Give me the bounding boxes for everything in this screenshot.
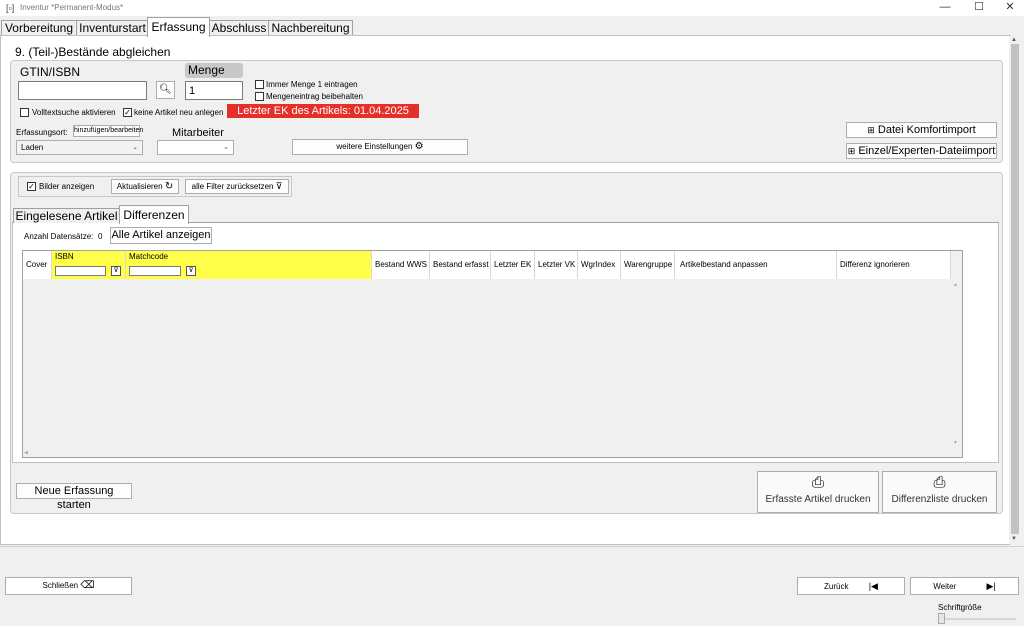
bilder-label: Bilder anzeigen <box>39 182 95 191</box>
hinzufuegen-button[interactable]: hinzufügen/bearbeiten <box>73 125 143 137</box>
tab-vorbereitung[interactable]: Vorbereitung <box>1 20 77 36</box>
close-window-button[interactable]: ✕ <box>996 0 1024 16</box>
neue-erfassung-button[interactable]: Neue Erfassung starten <box>16 483 132 511</box>
last-ek-notice: Letzter EK des Artikels: 01.04.2025 <box>227 104 419 118</box>
mitarbeiter-select[interactable]: ⌄ <box>157 140 234 155</box>
menge-input[interactable] <box>185 81 243 100</box>
import-icon: ⊞ <box>867 125 875 135</box>
tab-inventurstart[interactable]: Inventurstart <box>76 20 149 36</box>
filter-clear-icon: ⊽ <box>275 181 283 191</box>
record-count: 0 <box>98 232 103 241</box>
tab-erfassung[interactable]: Erfassung <box>147 17 210 37</box>
tab-eingelesene-artikel[interactable]: Eingelesene Artikel <box>13 208 120 223</box>
erfasste-drucken-button[interactable]: ⎙ Erfasste Artikel drucken <box>757 471 879 513</box>
first-page-icon: |◀ <box>868 581 878 591</box>
tab-differenzen[interactable]: Differenzen <box>119 205 189 224</box>
isbn-filter-input[interactable] <box>55 266 106 276</box>
scroll-up-icon[interactable]: ▲ <box>953 282 958 288</box>
differenzliste-drucken-label: Differenzliste drucken <box>891 494 988 505</box>
differenzen-table[interactable] <box>22 250 963 458</box>
column-header-differenz-ignorieren[interactable]: Differenz ignorieren <box>837 251 951 279</box>
column-header-warengruppe[interactable]: Warengruppe <box>621 251 675 279</box>
printer-icon: ⎙ <box>811 474 824 491</box>
weitere-einstellungen-button[interactable]: weitere Einstellungen ⚙ <box>292 139 468 155</box>
erfasste-drucken-label: Erfasste Artikel drucken <box>765 494 871 505</box>
column-header-wgrindex[interactable]: WgrIndex <box>578 251 621 279</box>
column-header-bestand-wws[interactable]: Bestand WWS <box>372 251 430 279</box>
keine-artikel-label: keine Artikel neu anlegen <box>134 108 224 117</box>
immer-menge-label: Immer Menge 1 eintragen <box>266 80 358 89</box>
weiter-button[interactable]: Weiter ▶| <box>910 577 1019 595</box>
column-header-cover[interactable]: Cover <box>23 251 52 279</box>
column-header-letzter-ek[interactable]: Letzter EK <box>491 251 535 279</box>
refresh-icon: ↻ <box>164 181 174 192</box>
title-bar <box>0 0 1024 16</box>
filter-icon[interactable]: ⊽ <box>111 266 121 276</box>
mengeneintrag-checkbox[interactable] <box>255 92 264 101</box>
zurueck-button[interactable]: Zurück |◀ <box>797 577 905 595</box>
schliessen-button[interactable]: Schließen ⌫ <box>5 577 132 595</box>
gtin-input[interactable] <box>18 81 147 100</box>
erfassungsort-select[interactable]: Laden ⌄ <box>16 140 143 155</box>
komfortimport-button[interactable]: ⊞ Datei Komfortimport <box>846 122 997 138</box>
gear-icon: ⚙ <box>414 141 424 152</box>
scroll-left-icon[interactable]: ◀ <box>24 450 28 456</box>
keine-artikel-checkbox[interactable]: ✓ <box>123 108 132 117</box>
menge-label: Menge <box>185 63 243 78</box>
experten-import-button[interactable]: ⊞ Einzel/Experten-Dateiimport <box>846 143 997 159</box>
volltext-label: Volltextsuche aktivieren <box>32 108 116 117</box>
tab-nachbereitung[interactable]: Nachbereitung <box>268 20 353 36</box>
mitarbeiter-label: Mitarbeiter <box>172 127 224 139</box>
gtin-label: GTIN/ISBN <box>20 65 81 79</box>
schriftgroesse-label: Schriftgröße <box>938 603 982 612</box>
immer-menge-checkbox[interactable] <box>255 80 264 89</box>
clear-icon: ⌫ <box>80 580 95 591</box>
filter-reset-button[interactable]: alle Filter zurücksetzen ⊽ <box>185 179 289 194</box>
erfassungsort-label: Erfassungsort: <box>16 128 68 137</box>
footer-divider <box>0 546 1024 547</box>
schriftgroesse-slider-track[interactable] <box>940 618 1016 620</box>
chevron-down-icon: ⌄ <box>132 144 138 151</box>
import-icon: ⊞ <box>847 146 856 156</box>
alle-artikel-button[interactable]: Alle Artikel anzeigen <box>110 227 212 244</box>
mengeneintrag-label: Mengeneintrag beibehalten <box>266 92 363 101</box>
last-page-icon: ▶| <box>986 581 996 591</box>
window-title: Inventur *Permanent-Modus* <box>20 3 124 12</box>
filter-icon[interactable]: ⊽ <box>186 266 196 276</box>
search-icon: 🔍︎ <box>159 84 172 95</box>
bilder-checkbox[interactable]: ✓ <box>27 182 36 191</box>
volltext-checkbox[interactable] <box>20 108 29 117</box>
scroll-down-icon[interactable]: ▼ <box>1011 536 1017 542</box>
minimize-button[interactable]: — <box>928 0 962 16</box>
differenzliste-drucken-button[interactable]: ⎙ Differenzliste drucken <box>882 471 997 513</box>
page-heading: 9. (Teil-)Bestände abgleichen <box>15 45 171 59</box>
record-count-label: Anzahl Datensätze: <box>24 232 94 241</box>
column-header-artikelbestand-anpassen[interactable]: Artikelbestand anpassen <box>675 251 837 279</box>
schriftgroesse-slider-thumb[interactable] <box>938 613 945 624</box>
aktualisieren-button[interactable]: Aktualisieren ↻ <box>111 179 179 194</box>
maximize-button[interactable]: ☐ <box>962 0 996 16</box>
scroll-down-icon[interactable]: ▼ <box>953 440 958 446</box>
chevron-down-icon: ⌄ <box>223 144 229 151</box>
app-icon: [▫] <box>6 3 15 13</box>
column-header-letzter-vk[interactable]: Letzter VK <box>535 251 578 279</box>
matchcode-filter-input[interactable] <box>129 266 181 276</box>
column-header-bestand-erfasst[interactable]: Bestand erfasst <box>430 251 491 279</box>
scroll-up-icon[interactable]: ▲ <box>1011 37 1017 43</box>
search-button[interactable]: 🔍︎ <box>156 81 175 99</box>
printer-icon: ⎙ <box>933 474 946 491</box>
tab-abschluss[interactable]: Abschluss <box>209 20 269 36</box>
main-scrollbar-thumb[interactable] <box>1011 44 1019 534</box>
